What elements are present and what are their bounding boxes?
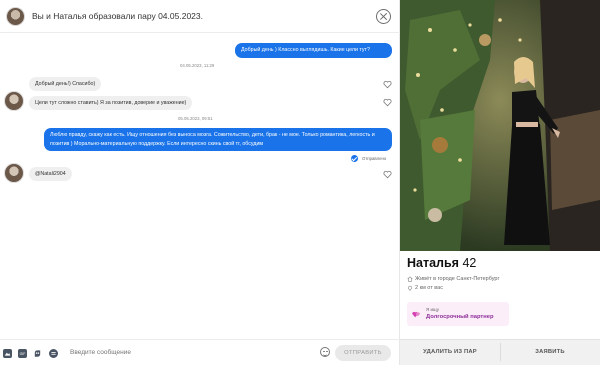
profile-distance: 2 км от вас (415, 285, 443, 291)
heart-icon[interactable] (383, 80, 392, 89)
match-avatar[interactable] (4, 163, 24, 183)
gif-icon[interactable]: GIF (18, 349, 27, 358)
message-timestamp: 05.05.2023, 09:51 (178, 116, 213, 121)
profile-age: 42 (462, 256, 477, 270)
profile-photo[interactable] (400, 0, 600, 251)
send-button[interactable]: ОТПРАВИТЬ (335, 345, 391, 361)
read-status: Отправлено (362, 156, 387, 161)
heart-icon[interactable] (383, 98, 392, 107)
match-title: Вы и Наталья образовали пару 04.05.2023. (32, 11, 203, 21)
goal-label: Я ищу (426, 307, 440, 312)
message-input[interactable] (70, 349, 270, 356)
message-incoming: @Natali2904 (29, 167, 72, 181)
emoji-icon[interactable] (320, 347, 330, 357)
goal-value: Долгосрочный партнер (426, 314, 494, 320)
message-incoming: Цели тут сложно ставить) Я за позитив, д… (29, 96, 193, 110)
home-icon (407, 276, 413, 282)
chat-panel: Вы и Наталья образовали пару 04.05.2023.… (0, 0, 400, 365)
mic-icon[interactable] (49, 349, 58, 358)
check-icon (351, 155, 358, 162)
report-button[interactable]: ЗАЯВИТЬ (500, 339, 600, 365)
profile-name: Наталья 42 (407, 256, 476, 270)
location-pin-icon (407, 285, 413, 291)
sticker-icon[interactable] (33, 349, 42, 358)
close-icon[interactable] (376, 9, 391, 24)
remove-match-button[interactable]: УДАЛИТЬ ИЗ ПАР (400, 339, 500, 365)
image-icon[interactable] (3, 349, 12, 358)
match-avatar[interactable] (6, 7, 25, 26)
match-avatar[interactable] (4, 91, 24, 111)
message-incoming: Добрый день!) Спасибо) (29, 77, 102, 91)
profile-first-name: Наталья (407, 256, 459, 270)
heart-icon[interactable] (383, 170, 392, 179)
chat-header: Вы и Наталья образовали пару 04.05.2023. (0, 0, 400, 33)
message-outgoing: Добрый день ) Классно выглядишь. Какие ц… (235, 43, 392, 58)
message-outgoing: Люблю правду, скажу как есть. Ищу отноше… (44, 128, 392, 151)
message-timestamp: 04.05.2023, 11:29 (180, 63, 215, 68)
profile-city: Живёт в городе Санкт-Петербург (415, 276, 500, 282)
hearts-icon (412, 311, 420, 318)
